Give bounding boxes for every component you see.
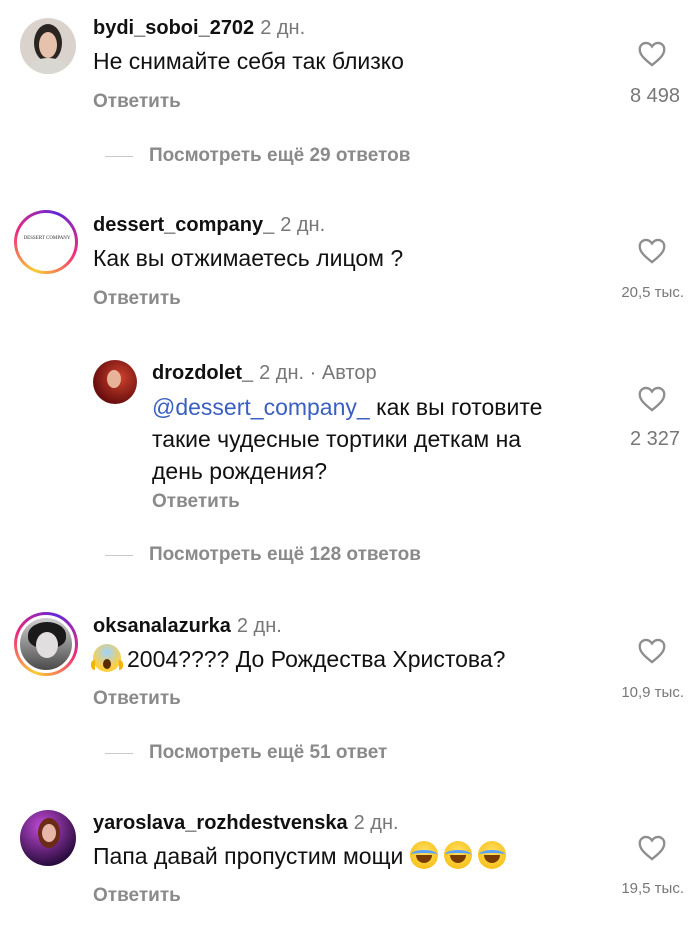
comment-header: dessert_company_ 2 дн. — [93, 214, 325, 237]
view-more-replies[interactable]: Посмотреть ещё 29 ответов — [105, 145, 605, 169]
timestamp: 2 дн. — [259, 362, 305, 384]
comment-header: bydi_soboi_2702 2 дн. — [93, 17, 305, 40]
text-part: как вы готовите — [369, 394, 543, 420]
reply-button[interactable]: Ответить — [93, 91, 181, 113]
mention-link[interactable]: @dessert_company_ — [152, 394, 370, 420]
avatar-logo: DESSERT COMPANY — [23, 236, 71, 241]
author-label: Автор — [321, 362, 377, 384]
avatar[interactable] — [93, 360, 137, 404]
heart-icon[interactable] — [638, 386, 666, 412]
like-count: 2 327 — [629, 428, 680, 450]
username[interactable]: drozdolet_ — [152, 362, 253, 384]
like-count: 8 498 — [629, 85, 680, 107]
comment-text: 2004???? До Рождества Христова? — [91, 643, 506, 675]
like-count: 20,5 тыс. — [621, 284, 684, 301]
comment-header: drozdolet_ 2 дн. · Автор — [152, 362, 377, 385]
reply-button[interactable]: Ответить — [93, 885, 181, 907]
timestamp: 2 дн. — [280, 214, 326, 236]
comment-text: Не снимайте себя так близко — [93, 48, 404, 74]
view-replies-label: Посмотреть ещё 29 ответов — [149, 145, 411, 166]
username[interactable]: oksanalazurka — [93, 615, 231, 637]
text-part: Папа давай пропустим мощи — [93, 843, 404, 869]
view-replies-label: Посмотреть ещё 128 ответов — [149, 544, 421, 565]
scream-emoji-icon — [91, 644, 123, 672]
timestamp: 2 дн. — [260, 17, 306, 39]
username[interactable]: bydi_soboi_2702 — [93, 17, 254, 39]
comment-text: @dessert_company_ как вы готовите такие … — [152, 391, 612, 487]
comment-text: Как вы отжимаетесь лицом ? — [93, 245, 404, 271]
separator: · — [304, 362, 322, 384]
avatar[interactable] — [14, 612, 78, 676]
divider — [105, 555, 133, 556]
reply-button[interactable]: Ответить — [152, 491, 240, 513]
username[interactable]: yaroslava_rozhdestvenska — [93, 812, 348, 834]
comment-header: yaroslava_rozhdestvenska 2 дн. — [93, 812, 399, 835]
avatar[interactable] — [20, 810, 76, 866]
like-count: 19,5 тыс. — [621, 880, 684, 897]
heart-icon[interactable] — [638, 238, 666, 264]
heart-icon[interactable] — [638, 835, 666, 861]
heart-icon[interactable] — [638, 41, 666, 67]
heart-icon[interactable] — [638, 638, 666, 664]
timestamp: 2 дн. — [353, 812, 399, 834]
username[interactable]: dessert_company_ — [93, 214, 274, 236]
view-more-replies[interactable]: Посмотреть ещё 128 ответов — [105, 544, 605, 568]
avatar[interactable]: DESSERT COMPANY — [14, 210, 78, 274]
laughing-emoji-icon — [443, 841, 472, 869]
reply-button[interactable]: Ответить — [93, 288, 181, 310]
laughing-emoji-icon — [409, 841, 438, 869]
divider — [105, 753, 133, 754]
view-replies-label: Посмотреть ещё 51 ответ — [149, 742, 388, 763]
comment-text: Папа давай пропустим мощи — [93, 840, 512, 872]
text-part: 2004???? До Рождества Христова? — [127, 646, 506, 672]
laughing-emoji-icon — [477, 841, 506, 869]
like-count: 10,9 тыс. — [621, 684, 684, 701]
divider — [105, 156, 133, 157]
view-more-replies[interactable]: Посмотреть ещё 51 ответ — [105, 742, 605, 766]
avatar[interactable] — [20, 18, 76, 74]
timestamp: 2 дн. — [236, 615, 282, 637]
text-part: такие чудесные тортики деткам на — [152, 426, 522, 452]
text-part: день рождения? — [152, 458, 328, 484]
reply-button[interactable]: Ответить — [93, 688, 181, 710]
comment-header: oksanalazurka 2 дн. — [93, 615, 282, 638]
